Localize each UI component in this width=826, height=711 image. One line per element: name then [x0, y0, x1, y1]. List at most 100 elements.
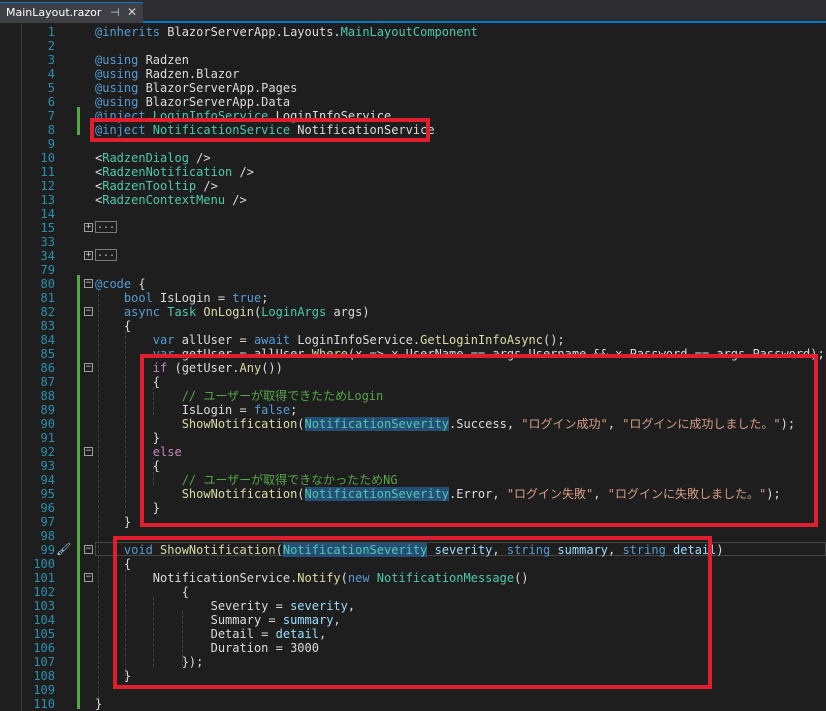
collapse-icon[interactable]: −	[84, 447, 93, 456]
highlight-box-show-notification	[113, 536, 712, 689]
document-tab-bar: MainLayout.razor ⊣ ✕	[0, 0, 826, 23]
code-line[interactable]: 81 bool IsLogin = true;	[0, 291, 826, 305]
line-number: 8	[47, 123, 55, 137]
code-line[interactable]: 110}	[0, 697, 826, 711]
code-text: {	[95, 319, 132, 333]
collapsed-region[interactable]: ...	[95, 249, 117, 261]
code-line[interactable]: 34 +...	[0, 249, 826, 263]
line-number: 107	[33, 655, 55, 669]
line-number: 99	[40, 543, 55, 557]
line-number: 15	[40, 221, 55, 235]
line-number: 14	[40, 207, 55, 221]
collapse-icon[interactable]: −	[84, 363, 93, 372]
line-number: 13	[40, 193, 55, 207]
code-text: <RadzenTooltip />	[95, 179, 218, 193]
code-text: <RadzenContextMenu />	[95, 193, 247, 207]
code-text: <RadzenDialog />	[95, 151, 211, 165]
code-text: }	[95, 697, 103, 711]
code-text: @using BlazorServerApp.Data	[95, 95, 291, 109]
line-number: 88	[40, 389, 55, 403]
code-text: }	[95, 515, 132, 529]
code-text: @inherits BlazorServerApp.Layouts.MainLa…	[95, 25, 478, 39]
highlight-box-inject	[90, 118, 430, 142]
line-number: 100	[33, 557, 55, 571]
line-number: 79	[40, 263, 55, 277]
line-number: 109	[33, 683, 55, 697]
code-text: @using Radzen.Blazor	[95, 67, 240, 81]
line-number: 11	[40, 165, 55, 179]
code-text: @code {	[95, 277, 146, 291]
line-number: 90	[40, 417, 55, 431]
line-number: 103	[33, 599, 55, 613]
line-number: 89	[40, 403, 55, 417]
line-number: 4	[47, 67, 55, 81]
collapse-icon[interactable]: −	[84, 545, 93, 554]
line-number: 94	[40, 473, 55, 487]
line-number: 3	[47, 53, 55, 67]
line-number: 101	[33, 571, 55, 585]
line-number: 9	[47, 137, 55, 151]
code-text: <RadzenNotification />	[95, 165, 254, 179]
tab-filename: MainLayout.razor	[6, 6, 102, 19]
line-number: 86	[40, 361, 55, 375]
line-number: 5	[47, 81, 55, 95]
line-number: 1	[47, 25, 55, 39]
expand-icon[interactable]: +	[84, 251, 93, 260]
highlight-box-if-else	[140, 354, 818, 527]
line-number: 81	[40, 291, 55, 305]
line-number: 104	[33, 613, 55, 627]
line-number: 6	[47, 95, 55, 109]
line-number: 12	[40, 179, 55, 193]
code-line[interactable]: 15 +...	[0, 221, 826, 235]
line-number: 97	[40, 515, 55, 529]
code-line[interactable]: 80 − @code {	[0, 277, 826, 291]
code-line[interactable]: 6 @using BlazorServerApp.Data	[0, 95, 826, 109]
line-number: 82	[40, 305, 55, 319]
code-text: @using BlazorServerApp.Pages	[95, 81, 298, 95]
code-line[interactable]: 2	[0, 39, 826, 53]
line-number: 85	[40, 347, 55, 361]
line-number: 80	[40, 277, 55, 291]
code-line[interactable]: 12 <RadzenTooltip />	[0, 179, 826, 193]
line-number: 83	[40, 319, 55, 333]
code-line[interactable]: 10 <RadzenDialog />	[0, 151, 826, 165]
line-number: 106	[33, 641, 55, 655]
line-number: 102	[33, 585, 55, 599]
line-number: 95	[40, 487, 55, 501]
code-line[interactable]: 11 <RadzenNotification />	[0, 165, 826, 179]
line-number: 105	[33, 627, 55, 641]
line-number: 10	[40, 151, 55, 165]
code-line[interactable]: 13 <RadzenContextMenu />	[0, 193, 826, 207]
line-number: 84	[40, 333, 55, 347]
code-line[interactable]: 82 − async Task OnLogin(LoginArgs args)	[0, 305, 826, 319]
code-line[interactable]: 5 @using BlazorServerApp.Pages	[0, 81, 826, 95]
code-line[interactable]: 4 @using Radzen.Blazor	[0, 67, 826, 81]
line-number: 91	[40, 431, 55, 445]
pin-icon[interactable]: ⊣	[110, 6, 120, 19]
line-number: 87	[40, 375, 55, 389]
code-line[interactable]: 1 @inherits BlazorServerApp.Layouts.MainL…	[0, 25, 826, 39]
code-text: bool IsLogin = true;	[123, 291, 269, 305]
collapse-icon[interactable]: −	[84, 307, 93, 316]
line-number: 110	[33, 697, 55, 711]
code-text: @using Radzen	[95, 53, 189, 67]
code-line[interactable]: 14	[0, 207, 826, 221]
collapsed-region[interactable]: ...	[95, 221, 117, 233]
close-icon[interactable]: ✕	[127, 5, 137, 19]
line-number: 93	[40, 459, 55, 473]
code-line[interactable]: 33	[0, 235, 826, 249]
collapse-icon[interactable]: −	[84, 573, 93, 582]
code-text: async Task OnLogin(LoginArgs args)	[123, 305, 370, 319]
line-number: 34	[40, 249, 55, 263]
code-line[interactable]: 83 {	[0, 319, 826, 333]
code-line[interactable]: 79	[0, 263, 826, 277]
line-number: 108	[33, 669, 55, 683]
line-number: 96	[40, 501, 55, 515]
collapse-icon[interactable]: −	[84, 279, 93, 288]
line-number: 7	[47, 109, 55, 123]
code-line[interactable]: 84 var allUser = await LoginInfoService.…	[0, 333, 826, 347]
code-line[interactable]: 3 @using Radzen	[0, 53, 826, 67]
tab-mainlayout[interactable]: MainLayout.razor ⊣ ✕	[0, 2, 143, 23]
expand-icon[interactable]: +	[84, 223, 93, 232]
code-text: var allUser = await LoginInfoService.Get…	[152, 333, 565, 347]
